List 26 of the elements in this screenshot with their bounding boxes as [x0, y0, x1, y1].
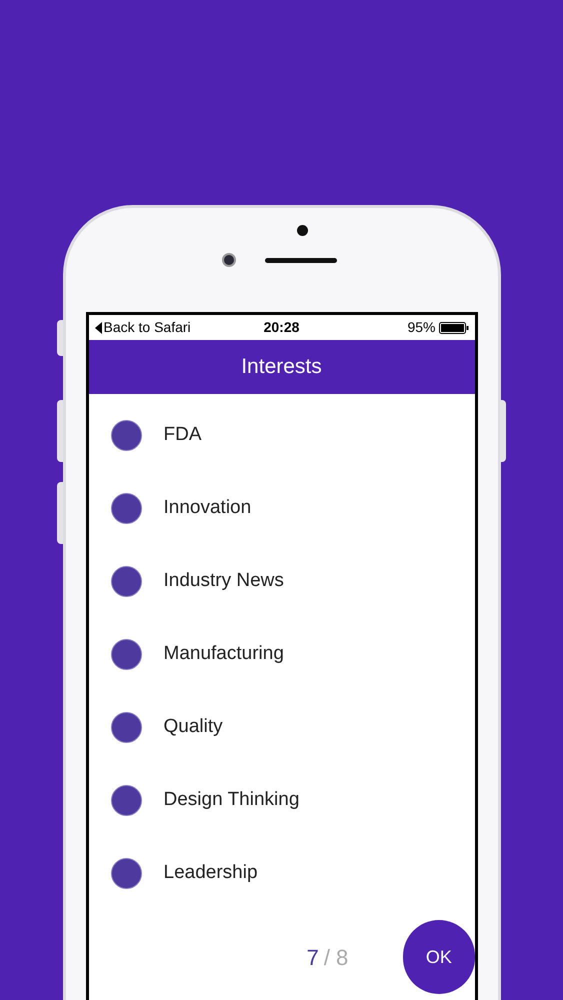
interest-item[interactable]: Industry News — [88, 545, 474, 618]
back-link[interactable]: Back to Safari — [104, 317, 191, 338]
interest-item[interactable]: FDA — [88, 399, 474, 472]
radio-icon — [110, 858, 142, 889]
radio-icon — [110, 566, 142, 597]
ok-button[interactable]: OK — [403, 920, 474, 994]
radio-icon — [110, 493, 142, 524]
back-arrow-icon — [94, 322, 102, 334]
radio-icon — [110, 639, 142, 670]
header-title: Interests — [241, 354, 322, 380]
interest-item[interactable]: Manufacturing — [88, 618, 474, 691]
camera-icon — [222, 253, 236, 267]
battery-percent: 95% — [407, 318, 436, 337]
page-counter-total: / 8 — [324, 944, 348, 972]
interest-item[interactable]: Leadership — [88, 837, 474, 910]
interest-item[interactable]: Innovation — [88, 472, 474, 545]
battery-icon — [438, 322, 468, 334]
page-counter-current: 7 — [306, 944, 319, 972]
camera-icon — [296, 225, 308, 236]
interest-item[interactable]: Design Thinking — [88, 764, 474, 837]
interest-item[interactable]: Quality — [88, 691, 474, 764]
speaker-grille — [264, 258, 336, 263]
status-time: 20:28 — [264, 318, 300, 337]
radio-icon — [110, 785, 142, 816]
radio-icon — [110, 712, 142, 743]
radio-icon — [110, 420, 142, 451]
